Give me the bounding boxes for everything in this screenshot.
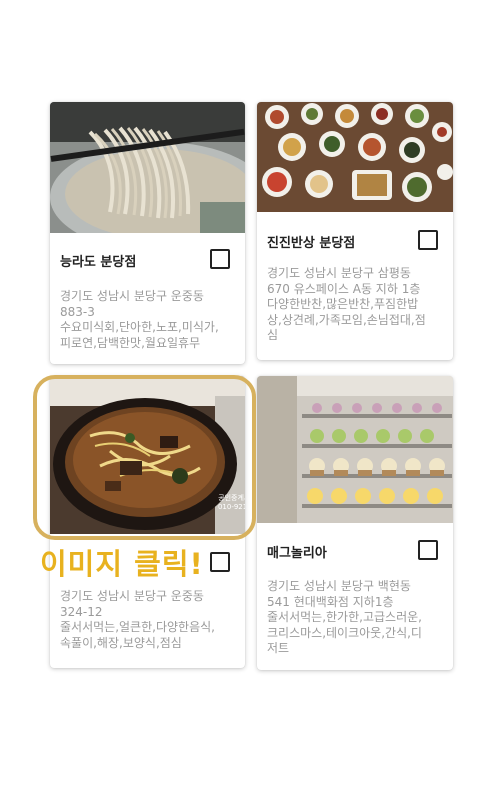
image-click-callout: 이미지 클릭! [40, 547, 204, 581]
checkbox-icon[interactable] [210, 552, 230, 572]
photo-watermark: 공인중계사 허현미 010-9218-9666 [217, 494, 245, 511]
checkbox-icon[interactable] [418, 230, 438, 250]
checkbox-icon[interactable] [210, 249, 230, 269]
restaurant-photo-banchan[interactable] [257, 102, 453, 212]
restaurant-card-hangover-soup[interactable]: 공인중계사 허현미 010-9218-9666 경기도 성남시 분당구 운중동 … [50, 376, 245, 668]
restaurant-photo-noodles[interactable] [50, 102, 245, 233]
restaurant-name: 진진반상 분당점 [267, 236, 356, 251]
restaurant-list-page: 능라도 분당점 경기도 성남시 분당구 운중동 883-3 수요미식회,단아한,… [0, 0, 500, 800]
restaurant-card-magnolia[interactable]: 매그놀리아 경기도 성남시 분당구 백현동 541 현대백화점 지하1층 줄서서… [257, 376, 453, 670]
restaurant-name: 매그놀리아 [267, 546, 327, 561]
restaurant-address-tags: 경기도 성남시 분당구 운중동 883-3 수요미식회,단아한,노포,미식가, … [60, 289, 219, 350]
restaurant-photo-soup[interactable]: 공인중계사 허현미 010-9218-9666 [50, 376, 245, 534]
restaurant-card-neungrado[interactable]: 능라도 분당점 경기도 성남시 분당구 운중동 883-3 수요미식회,단아한,… [50, 102, 245, 364]
restaurant-name: 능라도 분당점 [60, 255, 137, 270]
restaurant-card-jinjinbansang[interactable]: 진진반상 분당점 경기도 성남시 분당구 삼평동 670 유스페이스 A동 지하… [257, 102, 453, 360]
restaurant-address-tags: 경기도 성남시 분당구 운중동 324-12 줄서서먹는,얼큰한,다양한음식, … [60, 589, 215, 650]
checkbox-icon[interactable] [418, 540, 438, 560]
restaurant-address-tags: 경기도 성남시 분당구 백현동 541 현대백화점 지하1층 줄서서먹는,한가한… [267, 579, 422, 655]
restaurant-address-tags: 경기도 성남시 분당구 삼평동 670 유스페이스 A동 지하 1층 다양한반찬… [267, 266, 426, 342]
restaurant-photo-cupcakes[interactable] [257, 376, 453, 523]
